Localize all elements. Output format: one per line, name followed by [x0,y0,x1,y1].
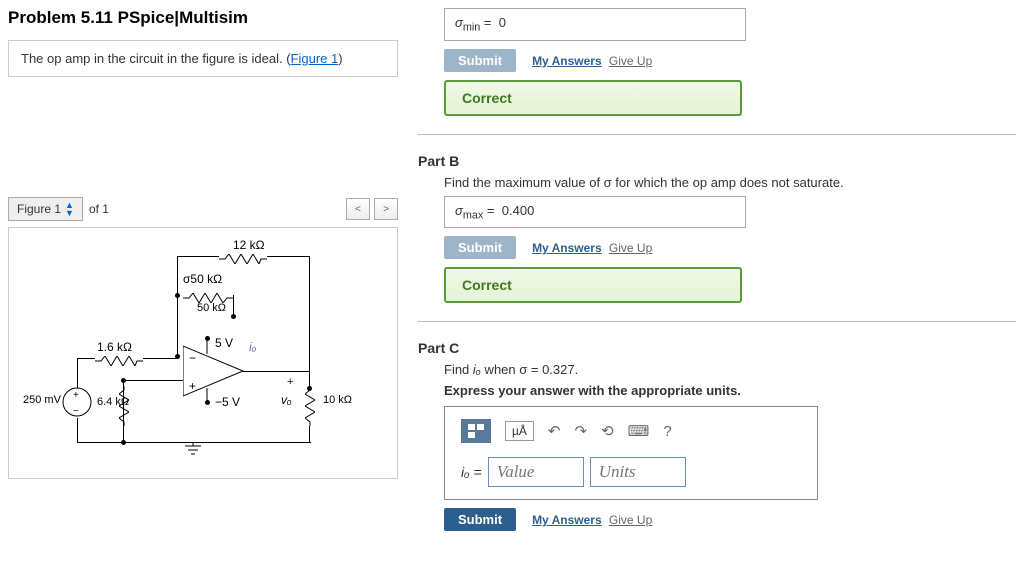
partC-toolbar: µÅ ↶ ↷ ⟲ ⌨ ? [461,419,801,443]
partC-input-panel: µÅ ↶ ↷ ⟲ ⌨ ? iₒ = [444,406,818,500]
partC-value-units: iₒ = [461,457,801,487]
partC-units-input[interactable] [590,457,686,487]
circuit-diagram: 12 kΩ σ50 kΩ 50 kΩ 1.6 kΩ [33,238,373,468]
partC-button-row: Submit My Answers Give Up [444,508,1016,531]
units-selector[interactable]: µÅ [505,421,534,441]
svg-text:−: − [189,351,196,365]
figure-prev-button[interactable]: < [346,198,370,220]
partB-answer-box: σmax = 0.400 [444,196,746,229]
svg-text:+: + [189,379,196,393]
partC-header: Part C [418,340,1016,356]
partB-answer-sub: max [463,209,483,221]
figure-counter: of 1 [83,199,115,219]
figure-box: 12 kΩ σ50 kΩ 50 kΩ 1.6 kΩ [8,227,398,479]
label-r50k: 50 kΩ [197,302,226,314]
partA-answer-var: σ [455,15,463,30]
figure-link[interactable]: Figure 1 [291,51,339,66]
description-box: The op amp in the circuit in the figure … [8,40,398,77]
partB-prompt: Find the maximum value of σ for which th… [444,175,1016,190]
label-v5n: −5 V [215,395,240,409]
partA-my-answers-link[interactable]: My Answers [532,54,602,68]
partC-value-input[interactable] [488,457,584,487]
figure-next-button[interactable]: > [374,198,398,220]
partA-answer-box: σmin = 0 [444,8,746,41]
partB-value: 0.400 [502,203,535,218]
partC-giveup-link[interactable]: Give Up [609,513,652,527]
label-sigma50k: σ50 kΩ [183,272,222,286]
label-r10k: 10 kΩ [323,394,352,406]
partA-value: 0 [499,15,506,30]
partA-button-row: Submit My Answers Give Up [444,49,1016,72]
partB-answer-var: σ [455,203,463,218]
figure-tab[interactable]: Figure 1 ▲▼ [8,197,83,221]
partB-button-row: Submit My Answers Give Up [444,236,1016,259]
partB-header: Part B [418,153,1016,169]
partC-var-label: iₒ = [461,464,482,480]
description-text: The op amp in the circuit in the figure … [21,51,291,66]
label-vo: vₒ [281,393,292,407]
svg-text:+: + [73,390,79,401]
right-column: σmin = 0 Submit My Answers Give Up Corre… [418,8,1016,539]
label-r12k: 12 kΩ [233,238,265,252]
partA-correct-box: Correct [444,80,742,116]
partB-giveup-link[interactable]: Give Up [609,241,652,255]
partB-my-answers-link[interactable]: My Answers [532,241,602,255]
partA-eq: = [480,15,495,30]
resistor-1_6k [95,354,143,364]
partB-correct-box: Correct [444,267,742,303]
figure-label: Figure 1 [17,202,61,216]
resistor-12k [219,252,267,262]
label-v5p: 5 V [215,336,233,350]
ground-symbol [183,442,203,456]
label-io: iₒ [249,340,256,354]
redo-icon[interactable]: ↷ [575,422,588,440]
dropdown-icon: ▲▼ [65,201,74,217]
resistor-10k [305,386,315,426]
resistor-6_4k [119,386,129,426]
partC-prompt: Find iₒ when σ = 0.327. [444,362,1016,377]
voltage-source: +− [61,386,93,418]
partB-eq: = [483,203,498,218]
partB-submit-button[interactable]: Submit [444,236,516,259]
partC-instruction: Express your answer with the appropriate… [444,383,1016,398]
svg-text:−: − [73,406,79,417]
partC-submit-button[interactable]: Submit [444,508,516,531]
label-r1_6k: 1.6 kΩ [97,340,132,354]
partC-my-answers-link[interactable]: My Answers [532,513,602,527]
left-column: Problem 5.11 PSpice|Multisim The op amp … [8,8,398,539]
description-suffix: ) [338,51,342,66]
undo-icon[interactable]: ↶ [548,422,561,440]
partA-submit-button[interactable]: Submit [444,49,516,72]
resistor-sigma50k [183,291,233,301]
help-icon[interactable]: ? [663,423,671,440]
partA-giveup-link[interactable]: Give Up [609,54,652,68]
templates-button[interactable] [461,419,491,443]
partA-answer-sub: min [463,22,480,34]
figure-nav: Figure 1 ▲▼ of 1 < > [8,197,398,221]
label-v250mv: 250 mV [23,394,61,406]
reset-icon[interactable]: ⟲ [601,422,614,440]
problem-title: Problem 5.11 PSpice|Multisim [8,8,398,28]
keyboard-icon[interactable]: ⌨ [628,422,650,440]
